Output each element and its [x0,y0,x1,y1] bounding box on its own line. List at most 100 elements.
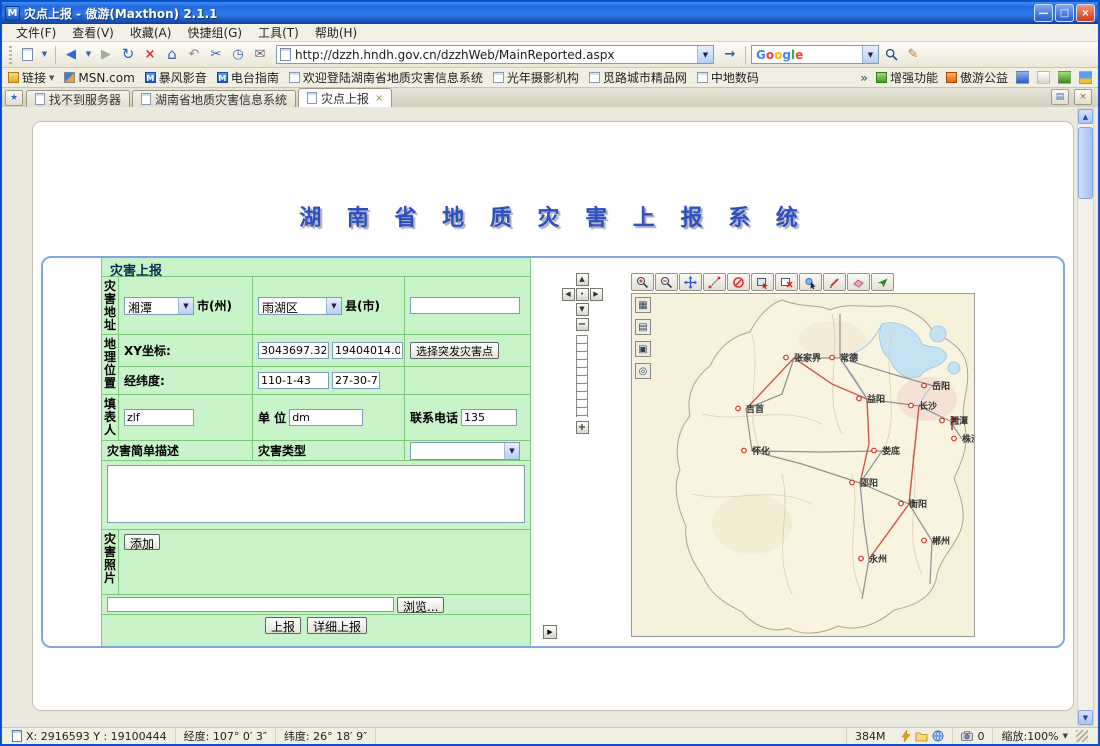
undo-button[interactable]: ↶ [184,45,204,65]
pan-center-button[interactable]: · [576,288,589,301]
new-tab-button[interactable] [17,45,37,65]
bookmark-radio[interactable]: M 电台指南 [217,69,279,86]
zoom-in-step-button[interactable]: + [576,421,589,434]
menu-help[interactable]: 帮助(H) [307,23,365,42]
bookmark-links-folder[interactable]: 链接 ▼ [8,69,54,86]
description-textarea[interactable] [107,465,525,523]
back-button[interactable]: ◀ [61,45,81,65]
tab-disaster-report[interactable]: 灾点上报 × [298,88,392,107]
phone-input[interactable] [461,409,517,426]
rss-icon[interactable] [1058,71,1071,84]
pick-disaster-point-button[interactable]: 选择突发灾害点 [410,342,499,359]
zoom-out-step-button[interactable]: − [576,318,589,331]
detail-submit-button[interactable]: 详细上报 [307,617,367,634]
city-select[interactable]: 湘潭 ▼ [124,297,194,315]
county-select[interactable]: 雨湖区 ▼ [258,297,342,315]
forward-button[interactable]: ▶ [96,45,116,65]
submit-button[interactable]: 上报 [265,617,301,634]
scroll-down-button[interactable]: ▼ [1078,710,1093,725]
eraser-button[interactable] [847,273,870,291]
home-button[interactable]: ⌂ [162,45,182,65]
plugins-button[interactable]: 增强功能 [876,69,938,86]
close-tab-icon[interactable]: × [375,93,383,104]
maximize-button[interactable]: □ [1055,4,1074,22]
menu-tools[interactable]: 工具(T) [250,23,307,42]
bookmark-zhongdi[interactable]: 中地数码 [697,69,759,86]
clear-selection-button[interactable] [775,273,798,291]
bookmark-city[interactable]: 觅路城市精品网 [589,69,687,86]
file-path-input[interactable] [107,597,394,612]
address-dropdown[interactable]: ▼ [697,46,713,63]
snapshot-segment[interactable]: 0 [953,728,993,744]
layer-list-button[interactable]: ▣ [635,341,651,357]
pan-button[interactable] [679,273,702,291]
map-canvas[interactable]: ▦ ▤ ▣ ◎ [631,293,975,637]
legend-button[interactable]: ▤ [635,319,651,335]
measure-distance-button[interactable] [703,273,726,291]
zoom-slider[interactable] [576,335,588,417]
lightning-icon[interactable] [901,730,911,742]
menu-view[interactable]: 查看(V) [64,23,122,42]
mail-button[interactable]: ✉ [250,45,270,65]
pan-left-button[interactable]: ◀ [562,288,575,301]
sidebar-icon[interactable] [1016,71,1029,84]
pan-up-button[interactable]: ▲ [576,273,589,286]
select-rectangle-button[interactable] [751,273,774,291]
tab-list-button[interactable]: ▤ [1051,89,1069,105]
locate-button[interactable]: ◎ [635,363,651,379]
scroll-up-button[interactable]: ▲ [1078,109,1093,124]
menu-file[interactable]: 文件(F) [8,23,64,42]
search-box[interactable]: Google ▼ [751,45,879,64]
new-tab-dropdown[interactable]: ▼ [39,45,50,65]
close-button[interactable]: × [1076,4,1095,22]
bookmark-hunan-geo[interactable]: 欢迎登陆湖南省地质灾害信息系统 [289,69,483,86]
folder-icon[interactable] [915,731,928,742]
go-button[interactable]: → [720,45,740,65]
pan-right-button[interactable]: ▶ [590,288,603,301]
globe-icon[interactable] [932,730,944,742]
close-tab-button[interactable]: × [1074,89,1092,105]
bookmark-photo[interactable]: 光年摄影机构 [493,69,579,86]
disaster-type-select[interactable]: ▼ [410,442,520,460]
address-detail-input[interactable] [410,297,520,314]
favorites-toggle-button[interactable]: ★ [5,90,23,106]
history-button[interactable]: ◷ [228,45,248,65]
search-button[interactable] [881,45,901,65]
overview-map-button[interactable]: ▦ [635,297,651,313]
unit-input[interactable] [289,409,363,426]
overflow-chevron[interactable]: » [860,71,868,85]
menu-groups[interactable]: 快捷组(G) [179,23,250,42]
longitude-input[interactable] [258,372,329,389]
x-coordinate-input[interactable] [258,342,329,359]
fly-to-button[interactable] [871,273,894,291]
bookmark-msn[interactable]: MSN.com [64,71,134,85]
address-bar[interactable]: http://dzzh.hndh.gov.cn/dzzhWeb/MainRepo… [276,45,714,64]
clear-map-button[interactable] [727,273,750,291]
zoom-segment[interactable]: 缩放:100% ▼ [993,728,1096,744]
resize-grip[interactable] [1076,730,1088,742]
browse-button[interactable]: 浏览... [397,597,444,613]
bookmark-baofeng[interactable]: M 暴风影音 [145,69,207,86]
charity-button[interactable]: 傲游公益 [946,69,1008,86]
scrollbar-thumb[interactable] [1078,127,1093,199]
snap-button[interactable]: ✂ [206,45,226,65]
stop-button[interactable]: × [140,45,160,65]
y-coordinate-input[interactable] [332,342,403,359]
mark-point-button[interactable] [823,273,846,291]
page-scrollbar[interactable]: ▲ ▼ [1077,108,1094,726]
zoom-out-button[interactable] [655,273,678,291]
back-dropdown[interactable]: ▼ [83,45,94,65]
window-icon[interactable] [1037,71,1050,84]
tab-server-not-found[interactable]: 找不到服务器 [26,90,130,107]
add-photo-button[interactable]: 添加 [124,534,160,550]
edit-page-button[interactable]: ✎ [903,45,923,65]
search-engine-dropdown[interactable]: ▼ [862,46,878,63]
menu-favorites[interactable]: 收藏(A) [122,23,180,42]
url-text[interactable]: http://dzzh.hndh.gov.cn/dzzhWeb/MainRepo… [291,48,697,62]
latitude-input[interactable] [332,372,380,389]
reporter-name-input[interactable] [124,409,194,426]
minimize-button[interactable]: — [1034,4,1053,22]
expand-panel-button[interactable]: ▶ [543,625,557,639]
pan-down-button[interactable]: ▼ [576,303,589,316]
tab-hunan-geo-system[interactable]: 湖南省地质灾害信息系统 [132,90,296,107]
